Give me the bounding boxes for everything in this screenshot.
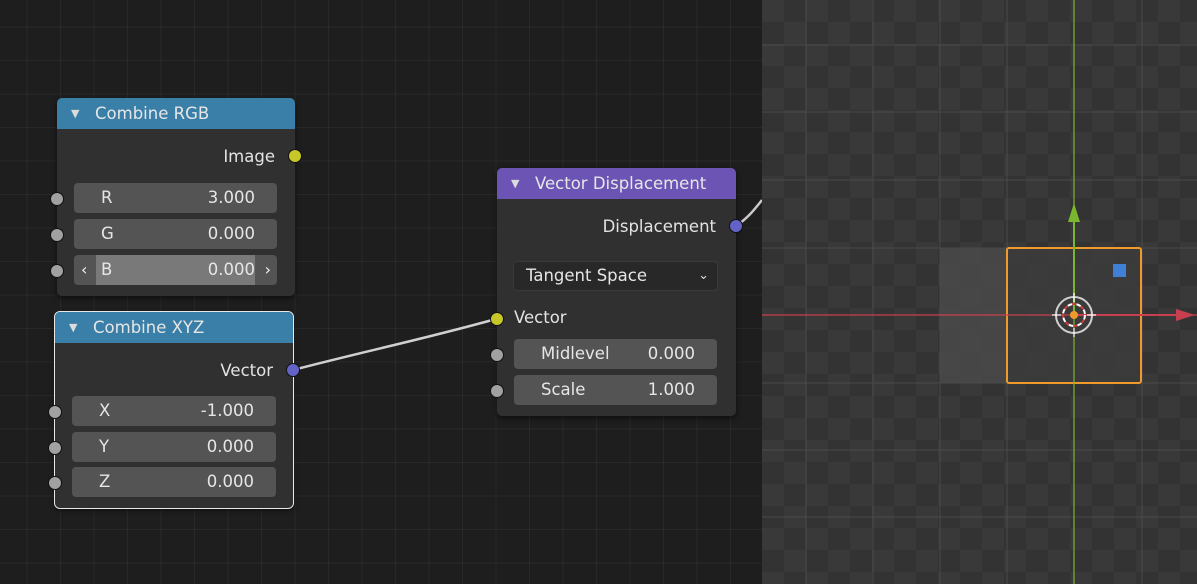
field-r[interactable]: R 3.000 — [74, 183, 277, 213]
output-row: Displacement — [497, 214, 736, 238]
space-dropdown[interactable]: Tangent Space ⌄ — [513, 261, 718, 291]
socket-z-input[interactable] — [48, 476, 62, 490]
field-label: Y — [99, 437, 110, 456]
output-row: Image — [57, 144, 295, 168]
socket-displacement-output[interactable] — [729, 219, 743, 233]
collapse-arrow-icon[interactable]: ▼ — [69, 312, 77, 343]
socket-midlevel-input[interactable] — [490, 348, 504, 362]
socket-image-output[interactable] — [288, 149, 302, 163]
gizmo-y-arrow-icon — [1068, 203, 1080, 222]
field-label: G — [101, 224, 114, 243]
viewport-scene — [762, 0, 1197, 584]
field-label: Scale — [541, 380, 586, 399]
object-origin — [1070, 311, 1078, 319]
gizmo-xy-plane-icon — [1113, 264, 1126, 277]
space-selected: Tangent Space — [526, 266, 647, 285]
field-label: Z — [99, 472, 111, 491]
field-label: X — [99, 401, 111, 420]
gizmo-x-arrow-icon — [1176, 309, 1195, 321]
decrement-arrow-icon[interactable]: ‹ — [81, 255, 87, 285]
collapse-arrow-icon[interactable]: ▼ — [71, 98, 79, 129]
socket-r-input[interactable] — [50, 192, 64, 206]
field-b[interactable]: ‹ B 0.000 › — [74, 255, 277, 285]
socket-x-input[interactable] — [48, 405, 62, 419]
field-label: R — [101, 188, 113, 207]
field-scale[interactable]: Scale 1.000 — [514, 375, 717, 405]
node-title: Vector Displacement — [535, 174, 707, 193]
field-midlevel[interactable]: Midlevel 0.000 — [514, 339, 717, 369]
output-label-displacement: Displacement — [602, 216, 716, 236]
node-title: Combine RGB — [95, 104, 210, 123]
node-title: Combine XYZ — [93, 318, 205, 337]
socket-vector-input[interactable] — [490, 312, 504, 326]
field-value: 0.000 — [207, 224, 255, 243]
socket-g-input[interactable] — [50, 228, 64, 242]
node-editor[interactable]: ▼ Combine RGB Image R 3.000 G 0.000 ‹ B … — [0, 0, 762, 584]
collapse-arrow-icon[interactable]: ▼ — [511, 168, 519, 199]
combine-rgb-node[interactable]: ▼ Combine RGB Image R 3.000 G 0.000 ‹ B … — [50, 98, 302, 296]
field-x[interactable]: X -1.000 — [72, 396, 276, 426]
combine-xyz-node[interactable]: ▼ Combine XYZ Vector X -1.000 Y 0.000 Z … — [48, 311, 300, 509]
socket-b-input[interactable] — [50, 264, 64, 278]
field-label: Midlevel — [541, 344, 610, 363]
input-label-vector: Vector — [514, 308, 567, 327]
socket-vector-output[interactable] — [286, 363, 300, 377]
field-value: 0.000 — [647, 344, 695, 363]
socket-scale-input[interactable] — [490, 384, 504, 398]
output-row: Vector — [55, 358, 293, 382]
field-value: 1.000 — [647, 380, 695, 399]
field-label: B — [101, 260, 113, 279]
chevron-down-icon: ⌄ — [698, 268, 709, 283]
field-value: 0.000 — [207, 260, 255, 279]
field-value: 0.000 — [206, 472, 254, 491]
vector-displacement-header[interactable]: ▼ Vector Displacement — [497, 168, 736, 199]
vector-displacement-node[interactable]: ▼ Vector Displacement Displacement Tange… — [490, 168, 743, 416]
field-value: -1.000 — [200, 401, 254, 420]
3d-viewport[interactable] — [762, 0, 1197, 584]
output-label-vector: Vector — [220, 360, 273, 380]
combine-rgb-header[interactable]: ▼ Combine RGB — [57, 98, 295, 129]
field-value: 0.000 — [206, 437, 254, 456]
field-z[interactable]: Z 0.000 — [72, 467, 276, 497]
field-y[interactable]: Y 0.000 — [72, 432, 276, 462]
field-g[interactable]: G 0.000 — [74, 219, 277, 249]
output-label-image: Image — [223, 146, 275, 166]
socket-y-input[interactable] — [48, 441, 62, 455]
combine-xyz-header[interactable]: ▼ Combine XYZ — [55, 312, 293, 343]
link-vector-to-vector[interactable] — [292, 317, 497, 372]
field-value: 3.000 — [207, 188, 255, 207]
increment-arrow-icon[interactable]: › — [265, 255, 271, 285]
